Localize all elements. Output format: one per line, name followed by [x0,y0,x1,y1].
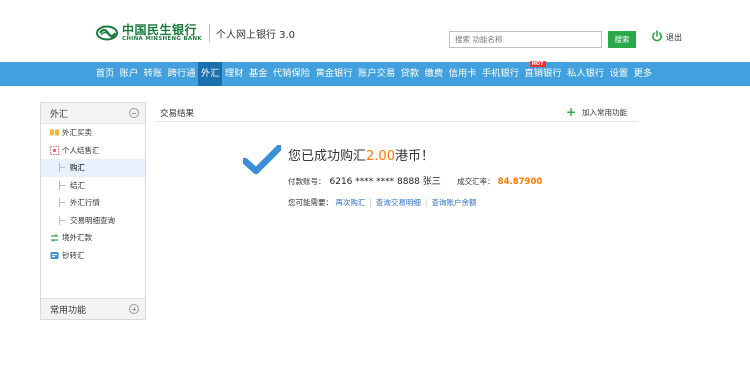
sidebar-item-cash-transfer[interactable]: 钞转汇 [41,247,145,265]
divider [156,121,638,122]
main-nav: 首页 账户 转账 跨行通 外汇 理财 基金 代销保险 黄金银行 账户交易 贷款 … [0,61,750,86]
success-suffix: 港币！ [394,149,434,164]
success-prefix: 您已成功购汇 [288,149,367,164]
search-input[interactable] [449,31,602,48]
remittance-icon [50,233,59,242]
logo-divider [208,24,210,43]
query-trade-detail-link[interactable]: 查询交易明细 [376,198,421,207]
nav-item-settings[interactable]: 设置 [607,62,631,86]
nav-item-account[interactable]: 账户 [117,62,141,86]
search-button[interactable]: 搜索 [608,31,636,48]
sidebar-item-label: 外汇买卖 [62,128,92,138]
nav-item-gold[interactable]: 黄金银行 [313,62,356,86]
hot-badge: HOT [529,61,546,67]
nav-item-account-trade[interactable]: 账户交易 [355,62,398,86]
power-icon [651,30,663,45]
plus-icon: + [566,105,577,119]
account-value: 6216 **** **** 8888 张三 [329,177,441,187]
nav-item-mobile-bank[interactable]: 手机银行 [479,62,522,86]
sidebar-item-forex-trade[interactable]: 外汇买卖 [41,124,145,142]
tree-connector [59,198,67,208]
sidebar-item-trade-history[interactable]: 交易明细查询 [41,212,145,230]
account-info: 付款账号： 6216 **** **** 8888 张三 成交汇率： 84.8790… [288,174,542,187]
add-favorite-label: 加入常用功能 [582,107,628,117]
sidebar-item-label: 结汇 [70,180,85,190]
suggestions: 您可能需要： 再次购汇 | 查询交易明细 | 查询账户余额 [288,197,476,208]
sidebar-item-settlement[interactable]: 个人结售汇 [41,142,145,160]
system-name: 个人网上银行 3.0 [215,29,296,41]
nav-item-transfer[interactable]: 转账 [141,62,165,86]
sidebar-item-forex-quotes[interactable]: 外汇行情 [41,194,145,212]
nav-item-insurance[interactable]: 代销保险 [270,62,313,86]
nav-item-direct-bank-label: 直销银行 [524,68,562,79]
sidebar-item-label: 外汇行情 [70,198,100,208]
page-title: 交易结果 [160,109,195,119]
sidebar-item-label: 交易明细查询 [70,215,115,225]
success-message: 您已成功购汇2.00港币！ [288,145,434,164]
sidebar-item-label: 境外汇款 [62,233,92,243]
tree-connector [59,215,67,225]
sidebar: 外汇 外汇买卖 个人结售汇 购汇 结汇 外汇行情 交易明细查询 境外汇款 钞转汇… [40,102,146,320]
nav-item-fund[interactable]: 基金 [246,62,270,86]
sidebar-item-label: 钞转汇 [62,250,85,260]
sidebar-item-label: 购汇 [70,163,85,173]
settlement-icon [50,145,59,155]
success-check-icon [241,144,283,178]
bank-logo[interactable]: 中国民生银行 CHINA MINSHENG BANK 个人网上银行 3.0 [96,24,295,43]
nav-item-forex[interactable]: 外汇 [198,62,223,86]
nav-item-crossbank[interactable]: 跨行通 [165,62,198,86]
account-label: 付款账号： [288,177,326,186]
sidebar-item-label: 个人结售汇 [62,145,100,155]
tree-connector [59,163,67,173]
exchange-icon [50,129,59,137]
rate-label: 成交汇率： [457,177,495,186]
bank-name-en: CHINA MINSHENG BANK [122,36,202,42]
sidebar-footer[interactable]: 常用功能 [41,298,145,319]
rate-value: 84.87900 [497,177,543,187]
success-amount: 2.00 [366,149,395,164]
logout-button[interactable]: 退出 [651,30,682,45]
expand-icon[interactable] [129,304,139,314]
bank-name-cn: 中国民生银行 [122,23,198,37]
nav-item-home[interactable]: 首页 [93,62,117,86]
logout-label: 退出 [666,33,682,42]
nav-item-credit-card[interactable]: 信用卡 [446,62,479,86]
nav-item-more[interactable]: 更多 [631,62,655,86]
sidebar-item-buy-forex[interactable]: 购汇 [41,159,145,177]
cash-transfer-icon [50,251,59,259]
link-separator: | [369,198,372,207]
sidebar-header[interactable]: 外汇 [41,103,145,124]
sidebar-item-sell-forex[interactable]: 结汇 [41,177,145,195]
buy-again-link[interactable]: 再次购汇 [335,198,365,207]
sidebar-item-overseas-remittance[interactable]: 境外汇款 [41,229,145,247]
link-separator: | [424,198,428,207]
collapse-icon[interactable] [129,108,139,118]
nav-item-loan[interactable]: 贷款 [398,62,422,86]
add-favorite-button[interactable]: + 加入常用功能 [566,106,627,118]
minsheng-logo-icon [96,25,118,41]
tree-connector [59,180,67,190]
common-functions-title: 常用功能 [50,305,87,316]
nav-item-private-bank[interactable]: 私人银行 [564,62,607,86]
query-balance-link[interactable]: 查询账户余额 [431,198,476,207]
nav-item-direct-bank[interactable]: HOT 直销银行 [522,61,565,86]
header: 中国民生银行 CHINA MINSHENG BANK 个人网上银行 3.0 搜索… [0,0,750,62]
sidebar-title: 外汇 [50,109,69,120]
need-label: 您可能需要： [288,198,333,207]
nav-item-payment[interactable]: 缴费 [422,62,446,86]
nav-item-wealth[interactable]: 理财 [222,62,246,86]
